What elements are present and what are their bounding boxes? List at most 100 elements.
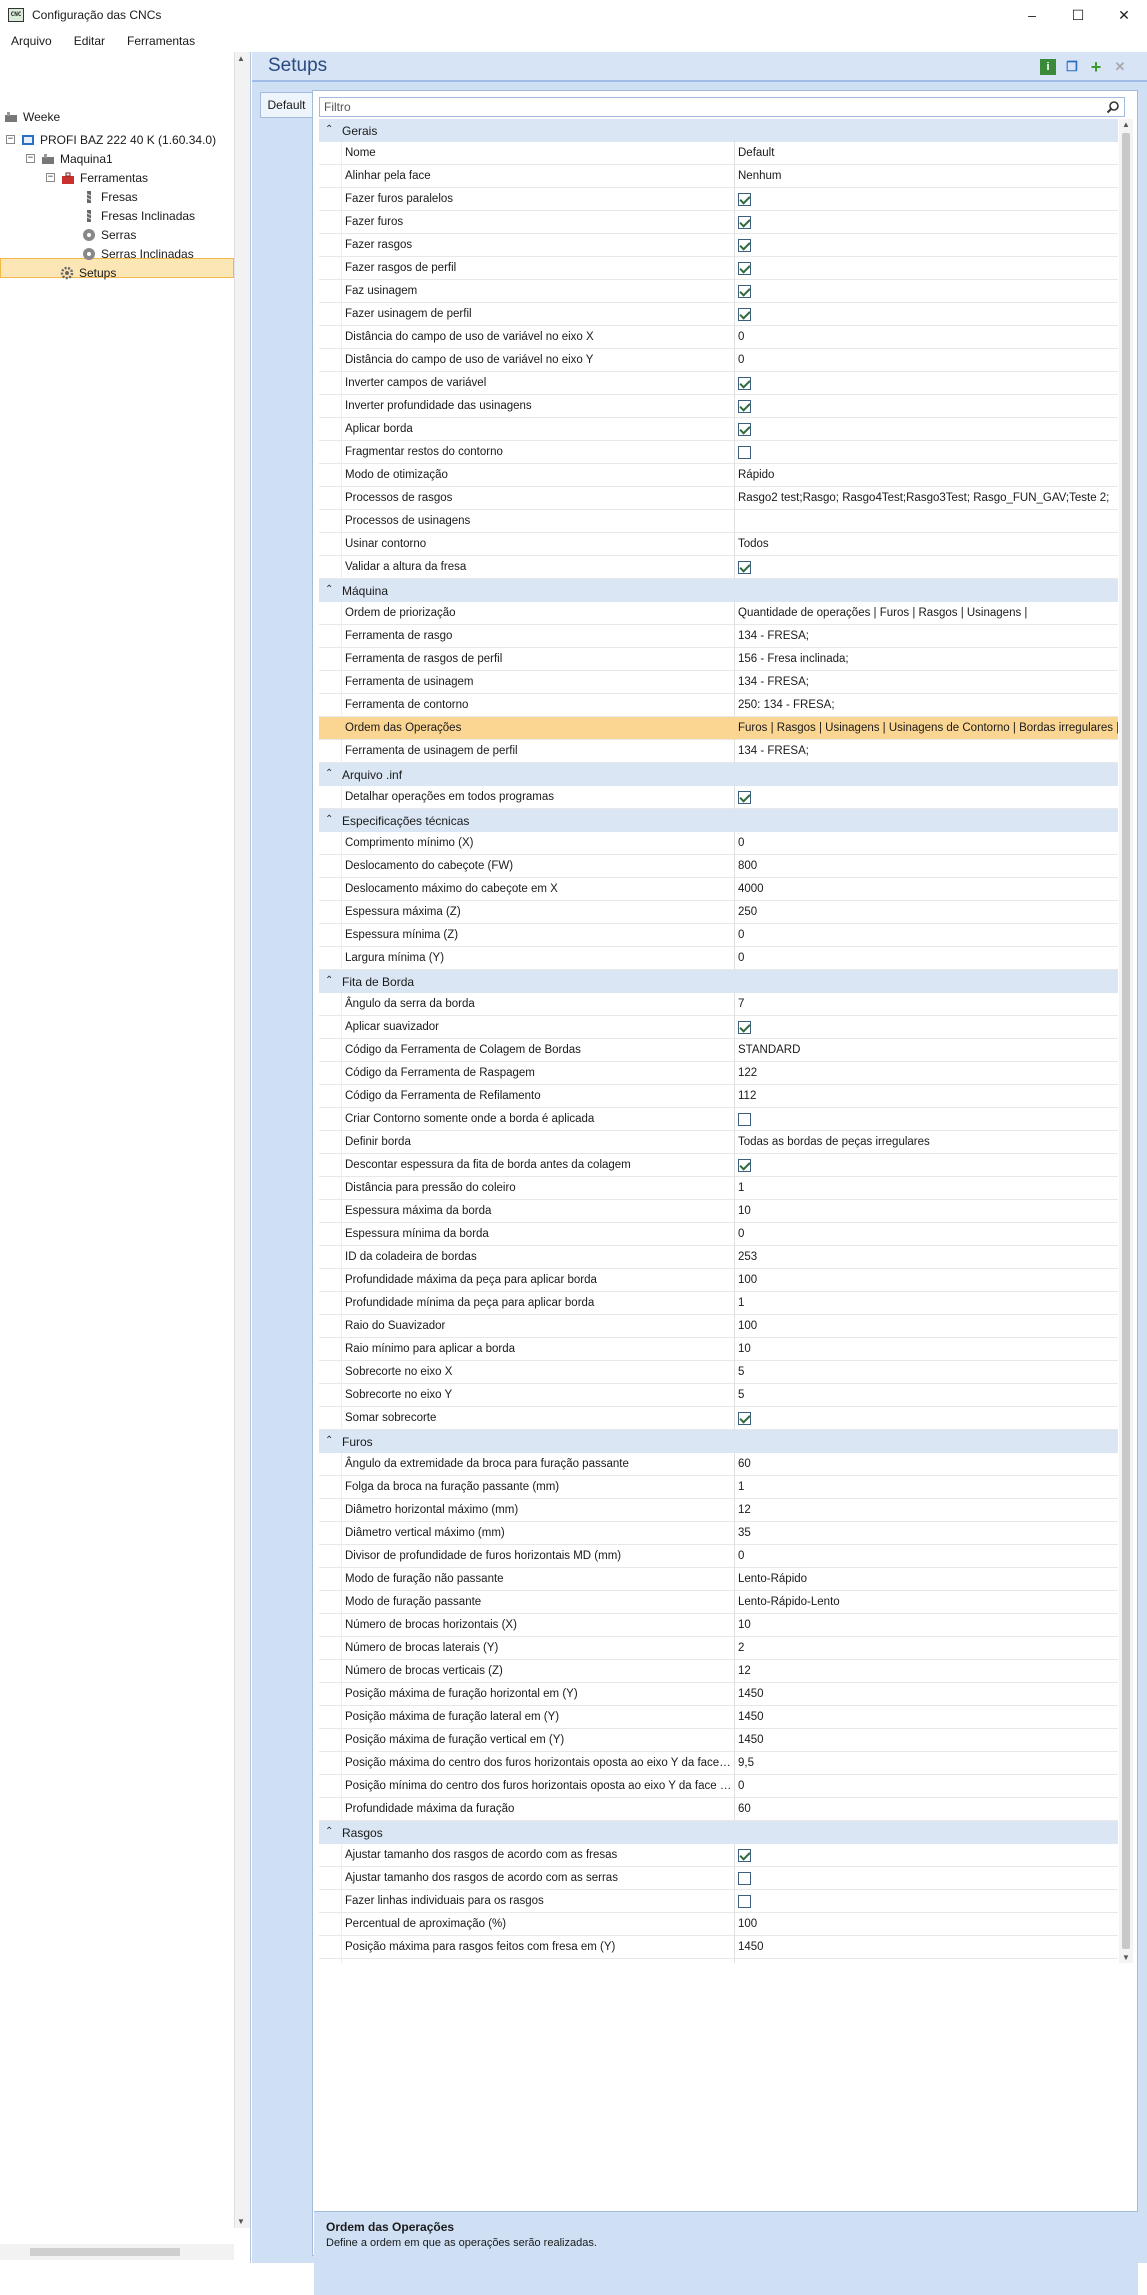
grid-property-row[interactable]: Posição máxima de furação horizontal em … — [319, 1683, 1118, 1706]
grid-property-row[interactable]: Profundidade máxima da furação 60 — [319, 1798, 1118, 1821]
property-value[interactable]: Rasgo2 test;Rasgo; Rasgo4Test;Rasgo3Test… — [734, 487, 1118, 510]
collapse-icon[interactable]: ⌃ — [325, 814, 333, 825]
grid-property-row[interactable]: Distância do campo de uso de variável no… — [319, 326, 1118, 349]
property-checkbox[interactable] — [738, 308, 751, 321]
property-value[interactable]: 0 — [734, 947, 1118, 970]
grid-category[interactable]: ⌃ Fita de Borda — [319, 970, 1118, 993]
grid-property-row[interactable]: Fragmentar restos do contorno — [319, 441, 1118, 464]
collapse-toggle[interactable]: − — [26, 154, 35, 163]
collapse-toggle[interactable]: − — [6, 135, 15, 144]
property-value[interactable]: 250 — [734, 901, 1118, 924]
property-value[interactable]: 134 - FRESA; — [734, 625, 1118, 648]
property-value[interactable]: 100 — [734, 1269, 1118, 1292]
grid-property-row[interactable]: Posição máxima para rasgos feitos com fr… — [319, 1936, 1118, 1959]
property-value[interactable]: 156 - Fresa inclinada; — [734, 648, 1118, 671]
property-value[interactable]: 253 — [734, 1246, 1118, 1269]
property-value[interactable]: 12 — [734, 1660, 1118, 1683]
grid-property-row[interactable]: Posição máxima de furação lateral em (Y)… — [319, 1706, 1118, 1729]
grid-vertical-scrollbar[interactable]: ▲ ▼ — [1119, 119, 1133, 1963]
search-icon[interactable] — [1106, 100, 1120, 114]
property-checkbox[interactable] — [738, 193, 751, 206]
grid-property-row[interactable]: Profundidade mínima da peça para aplicar… — [319, 1292, 1118, 1315]
grid-property-row[interactable]: Comprimento mínimo (X) 0 — [319, 832, 1118, 855]
grid-property-row[interactable]: Somar sobrecorte — [319, 1407, 1118, 1430]
grid-property-row[interactable]: Deslocamento do cabeçote (FW) 800 — [319, 855, 1118, 878]
grid-property-row[interactable]: Profundidade máxima da peça para aplicar… — [319, 1269, 1118, 1292]
property-value[interactable]: 10 — [734, 1338, 1118, 1361]
minimize-button[interactable]: – — [1009, 0, 1055, 30]
property-value[interactable]: 0 — [734, 326, 1118, 349]
scroll-down-icon[interactable]: ▼ — [1122, 1953, 1130, 1962]
property-value[interactable]: 112 — [734, 1085, 1118, 1108]
grid-property-row[interactable]: Distância do campo de uso de variável no… — [319, 349, 1118, 372]
grid-property-row[interactable]: Alinhar pela face Nenhum — [319, 165, 1118, 188]
grid-property-row[interactable]: Faz usinagem — [319, 280, 1118, 303]
property-value[interactable]: 0 — [734, 349, 1118, 372]
grid-property-row[interactable]: Deslocamento máximo do cabeçote em X 4000 — [319, 878, 1118, 901]
property-value[interactable]: 5 — [734, 1384, 1118, 1407]
property-value[interactable]: 100 — [734, 1913, 1118, 1936]
grid-property-row[interactable]: Fazer furos paralelos — [319, 188, 1118, 211]
property-value[interactable]: 100 — [734, 1315, 1118, 1338]
grid-property-row[interactable]: Ordem de priorização Quantidade de operaç… — [319, 602, 1118, 625]
delete-icon[interactable]: ✕ — [1112, 59, 1128, 75]
property-value[interactable]: 12 — [734, 1499, 1118, 1522]
grid-property-row[interactable]: Número de brocas laterais (Y) 2 — [319, 1637, 1118, 1660]
tree-horizontal-scrollbar[interactable] — [0, 2244, 234, 2260]
grid-property-row[interactable]: Criar Contorno somente onde a borda é ap… — [319, 1108, 1118, 1131]
property-value[interactable]: 0 — [734, 924, 1118, 947]
property-value[interactable]: 1450 — [734, 1729, 1118, 1752]
property-value[interactable]: 60 — [734, 1453, 1118, 1476]
grid-property-row[interactable]: Inverter profundidade das usinagens — [319, 395, 1118, 418]
grid-property-row[interactable]: Modo de otimização Rápido — [319, 464, 1118, 487]
property-checkbox[interactable] — [738, 423, 751, 436]
scroll-up-icon[interactable]: ▲ — [237, 54, 245, 63]
grid-property-row[interactable]: Fazer rasgos de perfil — [319, 257, 1118, 280]
property-value[interactable]: 60 — [734, 1798, 1118, 1821]
property-checkbox[interactable] — [738, 262, 751, 275]
grid-category[interactable]: ⌃ Máquina — [319, 579, 1118, 602]
property-value[interactable]: 134 - FRESA; — [734, 671, 1118, 694]
grid-property-row[interactable]: Posição máxima do centro dos furos horiz… — [319, 1752, 1118, 1775]
property-checkbox[interactable] — [738, 400, 751, 413]
collapse-icon[interactable]: ⌃ — [325, 584, 333, 595]
collapse-icon[interactable]: ⌃ — [325, 1435, 333, 1446]
grid-property-row[interactable]: Ferramenta de usinagem de perfil 134 - FR… — [319, 740, 1118, 763]
property-checkbox[interactable] — [738, 561, 751, 574]
property-value[interactable]: 1 — [734, 1177, 1118, 1200]
grid-category[interactable]: ⌃ Rasgos — [319, 1821, 1118, 1844]
grid-property-row[interactable]: Ordem das Operações Furos | Rasgos | Usin… — [319, 717, 1118, 740]
tree-vertical-scrollbar[interactable]: ▲ ▼ — [234, 52, 250, 2228]
grid-property-row[interactable]: Ferramenta de contorno 250: 134 - FRESA; — [319, 694, 1118, 717]
tree-item[interactable]: Weeke — [4, 107, 60, 126]
grid-property-row[interactable]: Distância para pressão do coleiro 1 — [319, 1177, 1118, 1200]
property-value[interactable]: Furos | Rasgos | Usinagens | Usinagens d… — [734, 717, 1118, 740]
grid-property-row[interactable]: Posição máxima para rasgos feitos com se… — [319, 1959, 1118, 1963]
grid-property-row[interactable]: Espessura mínima da borda 0 — [319, 1223, 1118, 1246]
grid-property-row[interactable]: Aplicar suavizador — [319, 1016, 1118, 1039]
add-icon[interactable]: + — [1088, 58, 1104, 76]
property-value[interactable]: 4000 — [734, 878, 1118, 901]
scroll-up-icon[interactable]: ▲ — [1122, 120, 1130, 129]
property-value[interactable]: 0 — [734, 832, 1118, 855]
grid-property-row[interactable]: Diâmetro vertical máximo (mm) 35 — [319, 1522, 1118, 1545]
property-value[interactable]: 1450 — [734, 1683, 1118, 1706]
property-value[interactable]: Lento-Rápido-Lento — [734, 1591, 1118, 1614]
property-checkbox[interactable] — [738, 791, 751, 804]
property-value[interactable]: Default — [734, 142, 1118, 165]
grid-property-row[interactable]: Modo de furação passante Lento-Rápido-Len… — [319, 1591, 1118, 1614]
property-value[interactable]: 1 — [734, 1292, 1118, 1315]
property-value[interactable]: 134 - FRESA; — [734, 740, 1118, 763]
grid-property-row[interactable]: Espessura mínima (Z) 0 — [319, 924, 1118, 947]
grid-property-row[interactable]: Ajustar tamanho dos rasgos de acordo com… — [319, 1844, 1118, 1867]
grid-property-row[interactable]: Posição máxima de furação vertical em (Y… — [319, 1729, 1118, 1752]
tab-default[interactable]: Default — [260, 92, 312, 118]
grid-property-row[interactable]: ID da coladeira de bordas 253 — [319, 1246, 1118, 1269]
grid-property-row[interactable]: Ângulo da extremidade da broca para fura… — [319, 1453, 1118, 1476]
tree-item[interactable]: − Ferramentas — [46, 168, 148, 187]
property-value[interactable]: STANDARD — [734, 1039, 1118, 1062]
property-value[interactable]: 9,5 — [734, 1752, 1118, 1775]
menu-editar[interactable]: Editar — [63, 34, 116, 48]
grid-category[interactable]: ⌃ Gerais — [319, 119, 1118, 142]
grid-property-row[interactable]: Número de brocas verticais (Z) 12 — [319, 1660, 1118, 1683]
